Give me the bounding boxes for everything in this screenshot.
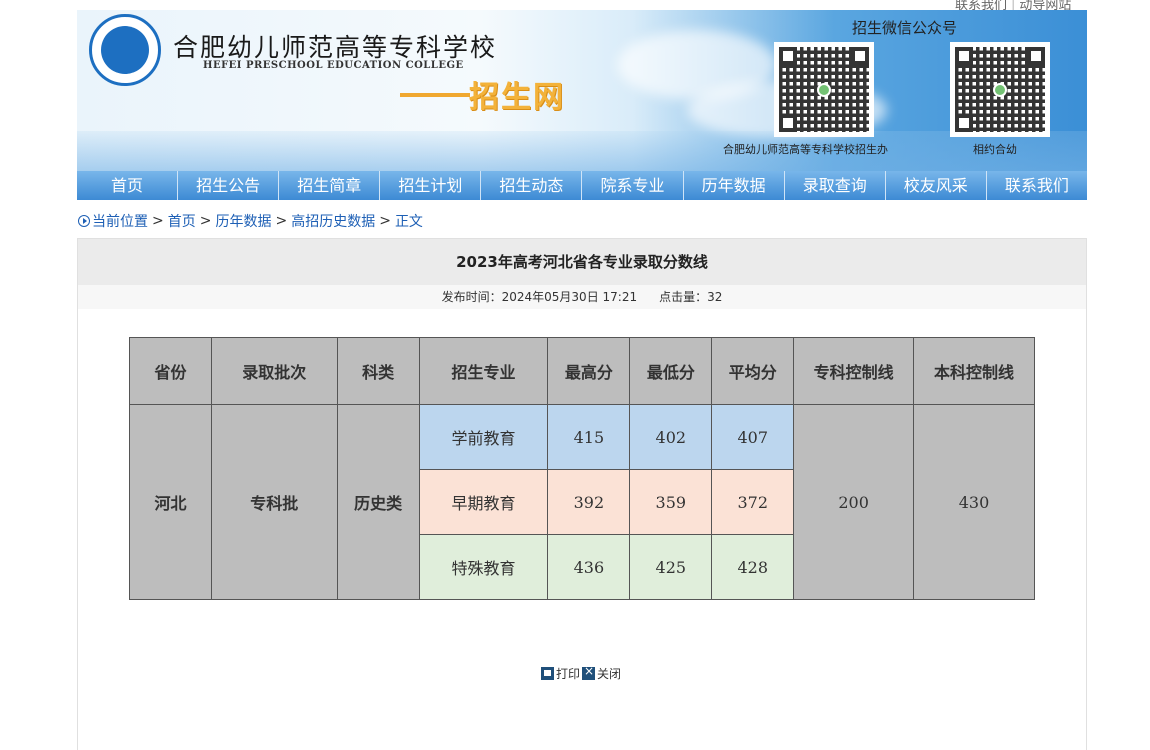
clicks-count: 32 <box>707 290 723 304</box>
print-icon[interactable] <box>541 667 554 680</box>
decorative-line <box>400 93 470 97</box>
school-logo[interactable] <box>89 14 161 86</box>
cell-avg: 372 <box>711 469 795 535</box>
cell-zhuanke-line: 200 <box>793 404 915 600</box>
header-category: 科类 <box>336 337 420 405</box>
breadcrumb-separator: > <box>379 213 391 229</box>
publish-time: 2024年05月30日 17:21 <box>501 290 638 304</box>
school-name-en: HEFEI PRESCHOOL EDUCATION COLLEGE <box>203 60 464 71</box>
qr-label-xiangyue: 相约合幼 <box>973 143 1017 156</box>
breadcrumb-prefix: 当前位置 <box>92 214 148 230</box>
cell-major: 特殊教育 <box>418 534 549 600</box>
breadcrumb-gaozhao[interactable]: 高招历史数据 <box>291 211 375 231</box>
cell-max: 415 <box>547 404 631 470</box>
header-avg: 平均分 <box>711 337 795 405</box>
breadcrumb: 当前位置 > 首页 > 历年数据 > 高招历史数据 > 正文 <box>78 211 423 231</box>
location-icon <box>78 215 90 227</box>
breadcrumb-history-data[interactable]: 历年数据 <box>215 211 271 231</box>
score-table: 省份 录取批次 科类 招生专业 最高分 最低分 平均分 专科控制线 本科控制线 … <box>129 337 1035 600</box>
article-meta: 发布时间：2024年05月30日 17:21 点击量：32 <box>78 285 1086 309</box>
header-major: 招生专业 <box>418 337 549 405</box>
nav-brochure[interactable]: 招生简章 <box>279 171 381 200</box>
wechat-title: 招生微信公众号 <box>852 19 958 37</box>
clicks-label: 点击量： <box>659 290 708 304</box>
qr-code-admissions <box>774 42 874 137</box>
header-benke-line: 本科控制线 <box>913 337 1035 405</box>
header-max: 最高分 <box>547 337 631 405</box>
cell-major: 学前教育 <box>418 404 549 470</box>
article-actions: 打印 关闭 <box>541 664 621 682</box>
site-name: 招生网 <box>469 80 565 115</box>
header-min: 最低分 <box>629 337 713 405</box>
breadcrumb-separator: > <box>199 213 212 229</box>
cell-min: 402 <box>629 404 713 470</box>
nav-news[interactable]: 招生动态 <box>481 171 583 200</box>
cell-benke-line: 430 <box>913 404 1035 600</box>
cell-avg: 407 <box>711 404 795 470</box>
nav-history-data[interactable]: 历年数据 <box>684 171 785 200</box>
header-banner: 合肥幼儿师范高等专科学校 HEFEI PRESCHOOL EDUCATION C… <box>77 10 1087 171</box>
breadcrumb-separator: > <box>275 213 288 229</box>
nav-admission-query[interactable]: 录取查询 <box>785 171 886 200</box>
cell-max: 436 <box>547 534 631 600</box>
table-row: 河北 专科批 历史类 学前教育 415 402 407 200 430 <box>129 404 1035 600</box>
breadcrumb-current: 正文 <box>394 214 423 230</box>
cell-avg: 428 <box>711 534 795 600</box>
nav-departments[interactable]: 院系专业 <box>582 171 684 200</box>
breadcrumb-separator: > <box>152 213 164 229</box>
nav-alumni[interactable]: 校友风采 <box>886 171 987 200</box>
cell-category: 历史类 <box>336 404 420 600</box>
cell-min: 425 <box>629 534 713 600</box>
nav-announcements[interactable]: 招生公告 <box>178 171 280 200</box>
school-name-cn: 合肥幼儿师范高等专科学校 <box>173 33 498 62</box>
article-title: 2023年高考河北省各专业录取分数线 <box>78 239 1086 285</box>
wechat-icon <box>817 82 831 97</box>
publish-label: 发布时间： <box>441 290 502 304</box>
cell-batch: 专科批 <box>210 404 338 600</box>
wechat-icon <box>993 82 1007 97</box>
header-batch: 录取批次 <box>210 337 338 405</box>
nav-plan[interactable]: 招生计划 <box>380 171 482 200</box>
cell-province: 河北 <box>129 404 212 600</box>
breadcrumb-home[interactable]: 首页 <box>168 211 196 231</box>
nav-home[interactable]: 首页 <box>77 171 179 200</box>
cell-min: 359 <box>629 469 713 535</box>
close-button[interactable]: 关闭 <box>597 665 621 682</box>
nav-contact[interactable]: 联系我们 <box>987 171 1087 200</box>
cell-major: 早期教育 <box>418 469 549 535</box>
header-province: 省份 <box>129 337 212 405</box>
qr-code-xiangyue <box>950 42 1050 137</box>
article-container: 2023年高考河北省各专业录取分数线 发布时间：2024年05月30日 17:2… <box>77 238 1087 750</box>
header-zhuanke-line: 专科控制线 <box>793 337 915 405</box>
cell-max: 392 <box>547 469 631 535</box>
table-header-row: 省份 录取批次 科类 招生专业 最高分 最低分 平均分 专科控制线 本科控制线 <box>129 337 1035 405</box>
qr-label-admissions: 合肥幼儿师范高等专科学校招生办 <box>723 143 888 156</box>
print-button[interactable]: 打印 <box>556 665 580 682</box>
close-icon[interactable] <box>582 664 596 680</box>
main-nav: 首页 招生公告 招生简章 招生计划 招生动态 院系专业 历年数据 录取查询 校友… <box>77 171 1087 200</box>
